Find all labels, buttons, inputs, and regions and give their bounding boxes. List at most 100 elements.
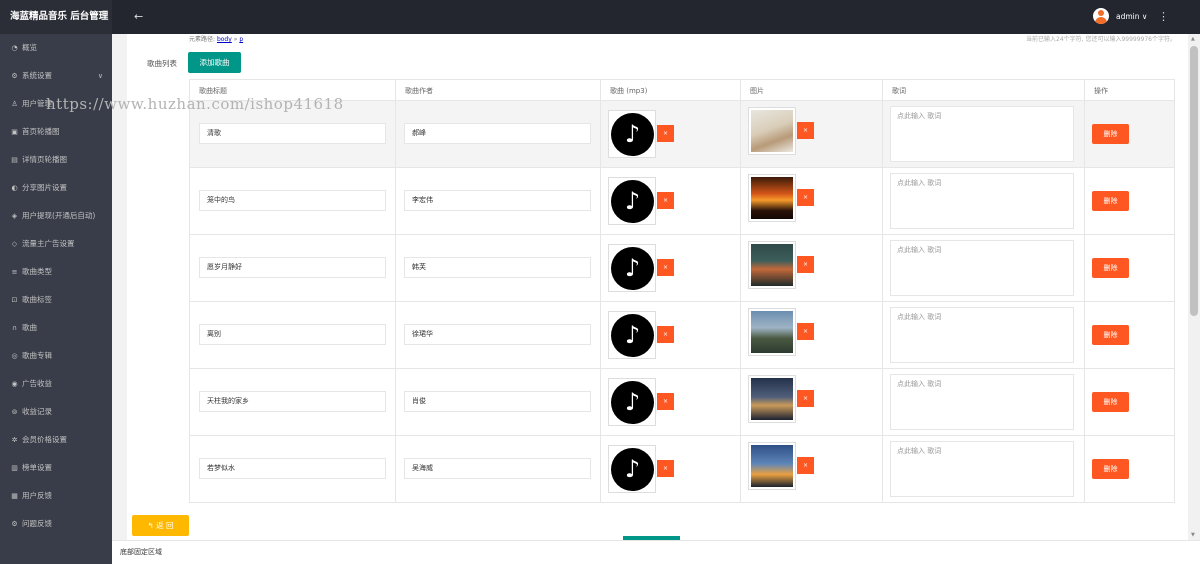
song-author-input[interactable]: 徐珺华 <box>404 324 591 345</box>
back-arrow-icon[interactable]: ← <box>134 0 143 34</box>
mp3-thumbnail[interactable]: ♪ <box>608 445 656 493</box>
lyrics-textarea[interactable]: 点此输入 歌词 <box>890 441 1074 497</box>
song-author-input[interactable]: 韩芙 <box>404 257 591 278</box>
user-menu[interactable]: admin ∨ <box>1116 0 1147 34</box>
remove-image-button[interactable]: × <box>797 457 814 474</box>
delete-button[interactable]: 删除 <box>1092 325 1129 345</box>
lyrics-textarea[interactable]: 点此输入 歌词 <box>890 374 1074 430</box>
avatar[interactable] <box>1093 8 1109 24</box>
sidebar-item-7[interactable]: ◇ 流量主广告设置 <box>0 230 112 258</box>
song-image[interactable] <box>748 107 796 155</box>
remove-mp3-button[interactable]: × <box>657 125 674 142</box>
remove-mp3-button[interactable]: × <box>657 326 674 343</box>
delete-button[interactable]: 删除 <box>1092 459 1129 479</box>
delete-button[interactable]: 删除 <box>1092 392 1129 412</box>
mp3-thumbnail[interactable]: ♪ <box>608 110 656 158</box>
mp3-thumbnail[interactable]: ♪ <box>608 177 656 225</box>
image-icon: ▣ <box>11 128 18 136</box>
image-preview <box>751 110 793 152</box>
sidebar-item-5[interactable]: ◐ 分享图片设置 <box>0 174 112 202</box>
remove-mp3-button[interactable]: × <box>657 460 674 477</box>
sidebar-menu: ◔ 概览 ⚙ 系统设置 ∨ ♙ 用户管理 ▣ 首页轮播图 ▤ 详情页轮播图 ◐ 分享图片设置 ◈ 用户提现(… <box>0 34 112 538</box>
song-author-input[interactable]: 肖俊 <box>404 391 591 412</box>
song-title-input[interactable]: 若梦似水 <box>199 458 386 479</box>
scroll-up-icon[interactable]: ▲ <box>1191 36 1195 42</box>
song-author-input[interactable]: 吴海威 <box>404 458 591 479</box>
path-p-link[interactable]: p <box>239 36 243 43</box>
col-divider <box>1084 436 1085 502</box>
ad-icon: ◉ <box>11 380 18 388</box>
remove-image-button[interactable]: × <box>797 390 814 407</box>
path-prefix: 元素路径: <box>189 36 216 43</box>
scrollbar[interactable]: ▲ ▼ <box>1188 34 1200 540</box>
song-title-input[interactable]: 离别 <box>199 324 386 345</box>
song-image[interactable] <box>748 174 796 222</box>
sidebar-item-label: 广告收益 <box>22 379 52 388</box>
delete-button[interactable]: 删除 <box>1092 124 1129 144</box>
remove-mp3-button[interactable]: × <box>657 259 674 276</box>
lyrics-textarea[interactable]: 点此输入 歌词 <box>890 173 1074 229</box>
delete-button[interactable]: 删除 <box>1092 258 1129 278</box>
remove-image-button[interactable]: × <box>797 256 814 273</box>
sidebar-item-1[interactable]: ⚙ 系统设置 ∨ <box>0 62 112 90</box>
col-divider <box>1084 369 1085 435</box>
sidebar-item-16[interactable]: ▦ 用户反馈 <box>0 482 112 510</box>
scroll-down-icon[interactable]: ▼ <box>1191 532 1195 538</box>
sidebar-item-3[interactable]: ▣ 首页轮播图 <box>0 118 112 146</box>
remove-mp3-button[interactable]: × <box>657 192 674 209</box>
music-note-icon: ♪ <box>611 314 654 357</box>
lyrics-textarea[interactable]: 点此输入 歌词 <box>890 307 1074 363</box>
add-song-button[interactable]: 添加歌曲 <box>188 52 241 73</box>
col-divider <box>740 302 741 368</box>
sidebar-item-label: 收益记录 <box>22 407 52 416</box>
mp3-thumbnail[interactable]: ♪ <box>608 244 656 292</box>
more-icon[interactable]: ⋮ <box>1158 0 1169 34</box>
remove-image-button[interactable]: × <box>797 323 814 340</box>
song-image[interactable] <box>748 375 796 423</box>
mp3-thumbnail[interactable]: ♪ <box>608 378 656 426</box>
path-body-link[interactable]: body <box>217 36 232 43</box>
song-title-input[interactable]: 愿岁月静好 <box>199 257 386 278</box>
asterisk-icon: ✲ <box>11 436 18 444</box>
sidebar-item-2[interactable]: ♙ 用户管理 <box>0 90 112 118</box>
sidebar-item-9[interactable]: ⊡ 歌曲标签 <box>0 286 112 314</box>
sidebar-item-14[interactable]: ✲ 会员价格设置 <box>0 426 112 454</box>
sidebar-item-11[interactable]: ◎ 歌曲专辑 <box>0 342 112 370</box>
remove-mp3-button[interactable]: × <box>657 393 674 410</box>
song-image[interactable] <box>748 308 796 356</box>
sidebar-item-15[interactable]: ▥ 榜单设置 <box>0 454 112 482</box>
remove-image-button[interactable]: × <box>797 122 814 139</box>
col-divider <box>600 436 601 502</box>
song-image[interactable] <box>748 442 796 490</box>
lyrics-textarea[interactable]: 点此输入 歌词 <box>890 240 1074 296</box>
song-title-input[interactable]: 天柱我的家乡 <box>199 391 386 412</box>
song-image[interactable] <box>748 241 796 289</box>
lyrics-textarea[interactable]: 点此输入 歌词 <box>890 106 1074 162</box>
sidebar-item-10[interactable]: ∩ 歌曲 <box>0 314 112 342</box>
remove-image-button[interactable]: × <box>797 189 814 206</box>
album-icon: ◎ <box>11 352 18 360</box>
sidebar-item-label: 歌曲 <box>22 323 37 332</box>
sidebar-item-label: 流量主广告设置 <box>22 239 75 248</box>
sidebar-item-8[interactable]: ≡ 歌曲类型 <box>0 258 112 286</box>
song-title-input[interactable]: 清歌 <box>199 123 386 144</box>
col-divider <box>395 369 396 435</box>
delete-button[interactable]: 删除 <box>1092 191 1129 211</box>
sidebar-item-12[interactable]: ◉ 广告收益 <box>0 370 112 398</box>
sidebar-item-0[interactable]: ◔ 概览 <box>0 34 112 62</box>
song-author-input[interactable]: 李宏伟 <box>404 190 591 211</box>
sidebar-item-6[interactable]: ◈ 用户提现(开通后自动) <box>0 202 112 230</box>
sidebar-item-13[interactable]: ⊚ 收益记录 <box>0 398 112 426</box>
col-mp3: 歌曲 (mp3) <box>600 80 740 100</box>
col-divider <box>882 235 883 301</box>
sidebar-item-17[interactable]: ⚙ 问题反馈 <box>0 510 112 538</box>
return-button[interactable]: ↰ 返 回 <box>132 515 189 536</box>
col-divider <box>1084 235 1085 301</box>
sidebar-item-4[interactable]: ▤ 详情页轮播图 <box>0 146 112 174</box>
song-title-input[interactable]: 笼中的鸟 <box>199 190 386 211</box>
mp3-thumbnail[interactable]: ♪ <box>608 311 656 359</box>
song-author-input[interactable]: 郝峰 <box>404 123 591 144</box>
sidebar-item-label: 问题反馈 <box>22 519 52 528</box>
sidebar-item-label: 用户管理 <box>22 99 52 108</box>
scrollbar-thumb[interactable] <box>1190 46 1198 316</box>
